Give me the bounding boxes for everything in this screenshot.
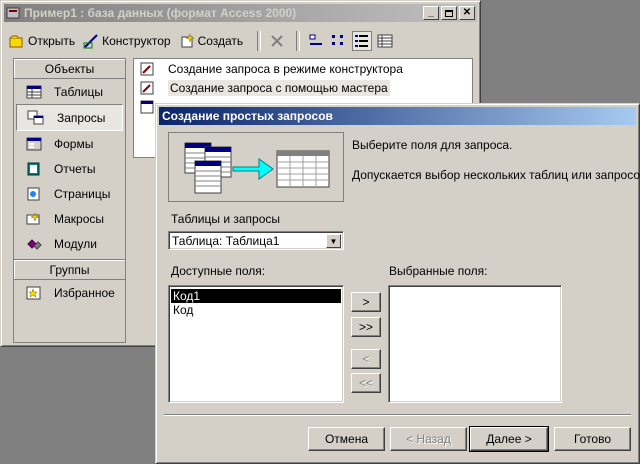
- open-button[interactable]: Открыть: [9, 33, 75, 49]
- maximize-button[interactable]: [441, 6, 457, 20]
- object-pages[interactable]: Страницы: [14, 181, 125, 206]
- objects-bar: Объекты Таблицы Запросы Формы Отчеты Стр…: [13, 58, 126, 343]
- group-favorites-label: Избранное: [54, 285, 115, 300]
- large-icons-button[interactable]: [306, 31, 326, 51]
- open-label: Открыть: [28, 34, 76, 48]
- list-item-label: Создание запроса в режиме конструктора: [168, 61, 403, 76]
- back-button[interactable]: < Назад: [390, 427, 467, 451]
- favorites-icon: [26, 286, 41, 299]
- access-icon: [6, 6, 20, 20]
- wizard-illustration: [168, 132, 344, 202]
- close-button[interactable]: ✕: [459, 6, 475, 20]
- form-icon: [26, 137, 42, 150]
- large-icons-icon: [309, 34, 323, 45]
- available-fields-list[interactable]: Код1 Код: [168, 285, 344, 403]
- details-view-icon: [377, 34, 393, 48]
- database-window-titlebar[interactable]: Пример1 : база данных (формат Access 200…: [4, 4, 477, 22]
- macro-icon: [26, 211, 40, 224]
- remove-one-button[interactable]: <: [351, 349, 381, 369]
- design-label: Конструктор: [102, 34, 171, 48]
- remove-all-button[interactable]: <<: [351, 373, 381, 393]
- wizard-hint: Допускается выбор нескольких таблиц или …: [352, 168, 640, 182]
- wizard-instruction: Выберите поля для запроса.: [352, 138, 513, 152]
- object-reports-label: Отчеты: [54, 161, 96, 176]
- object-queries[interactable]: Запросы: [16, 104, 123, 131]
- selected-fields-label: Выбранные поля:: [389, 264, 488, 278]
- design-button[interactable]: Конструктор: [83, 33, 171, 49]
- object-modules[interactable]: Модули: [14, 231, 125, 256]
- list-view-button[interactable]: [352, 31, 373, 51]
- report-icon: [27, 162, 40, 175]
- database-window-title: Пример1 : база данных (формат Access 200…: [24, 6, 297, 20]
- details-view-button[interactable]: [375, 31, 395, 51]
- next-button[interactable]: Далее >: [469, 426, 549, 452]
- tables-to-query-illustration: [184, 142, 330, 194]
- wizard-titlebar[interactable]: Создание простых запросов: [159, 107, 636, 125]
- query-icon: [27, 110, 44, 124]
- wizard-title: Создание простых запросов: [162, 109, 333, 123]
- list-item[interactable]: Создание запроса с помощью мастера: [134, 78, 472, 97]
- list-view-icon: [355, 35, 369, 47]
- small-icons-button[interactable]: [329, 31, 349, 51]
- small-icons-icon: [332, 35, 344, 45]
- object-tables[interactable]: Таблицы: [14, 79, 125, 104]
- create-button[interactable]: Создать: [179, 33, 244, 49]
- object-queries-label: Запросы: [57, 110, 106, 125]
- groups-header[interactable]: Группы: [14, 259, 125, 280]
- object-pages-label: Страницы: [54, 186, 111, 201]
- objects-header[interactable]: Объекты: [14, 59, 125, 79]
- object-macros[interactable]: Макросы: [14, 206, 125, 231]
- object-forms[interactable]: Формы: [14, 131, 125, 156]
- table-icon: [26, 85, 42, 98]
- module-icon: [27, 238, 42, 250]
- create-icon: [181, 33, 195, 48]
- simple-query-wizard: Создание простых запросов Выберите поля …: [155, 103, 640, 464]
- delete-icon: [271, 35, 283, 47]
- object-modules-label: Модули: [54, 236, 97, 251]
- page-icon: [27, 187, 40, 200]
- list-item[interactable]: Код1: [171, 289, 341, 303]
- chevron-down-icon[interactable]: ▼: [326, 234, 341, 248]
- create-label: Создать: [197, 34, 244, 48]
- open-icon: [9, 35, 23, 48]
- object-forms-label: Формы: [54, 136, 94, 151]
- maximize-icon: [445, 9, 453, 17]
- database-toolbar: Открыть Конструктор Создать: [9, 29, 398, 53]
- close-icon: ✕: [462, 7, 472, 18]
- selected-fields-list[interactable]: [388, 285, 562, 403]
- move-all-button[interactable]: >>: [351, 317, 381, 337]
- cancel-button[interactable]: Отмена: [308, 427, 385, 451]
- delete-button[interactable]: [267, 31, 287, 51]
- object-macros-label: Макросы: [54, 211, 105, 226]
- wizard-query-icon: [140, 62, 154, 75]
- minimize-icon: _: [428, 7, 434, 18]
- toolbar-separator-2: [296, 31, 301, 51]
- design-icon: [83, 34, 98, 49]
- list-item[interactable]: Код: [171, 303, 341, 317]
- move-one-button[interactable]: >: [351, 292, 381, 312]
- tables-label: Таблицы и запросы: [171, 212, 281, 226]
- object-reports[interactable]: Отчеты: [14, 156, 125, 181]
- tables-select[interactable]: Таблица: Таблица1 ▼: [168, 231, 344, 250]
- list-item-label: Создание запроса с помощью мастера: [168, 79, 390, 96]
- tables-select-value: Таблица: Таблица1: [172, 233, 280, 248]
- wizard-query-icon: [140, 81, 154, 94]
- list-item[interactable]: Создание запроса в режиме конструктора: [134, 59, 472, 78]
- finish-button[interactable]: Готово: [554, 427, 631, 451]
- toolbar-separator: [257, 31, 262, 51]
- available-fields-label: Доступные поля:: [171, 264, 266, 278]
- query-item-icon: [140, 100, 154, 113]
- dialog-separator: [164, 414, 631, 416]
- minimize-button[interactable]: _: [423, 6, 439, 20]
- group-favorites[interactable]: Избранное: [14, 280, 125, 305]
- object-tables-label: Таблицы: [54, 84, 104, 99]
